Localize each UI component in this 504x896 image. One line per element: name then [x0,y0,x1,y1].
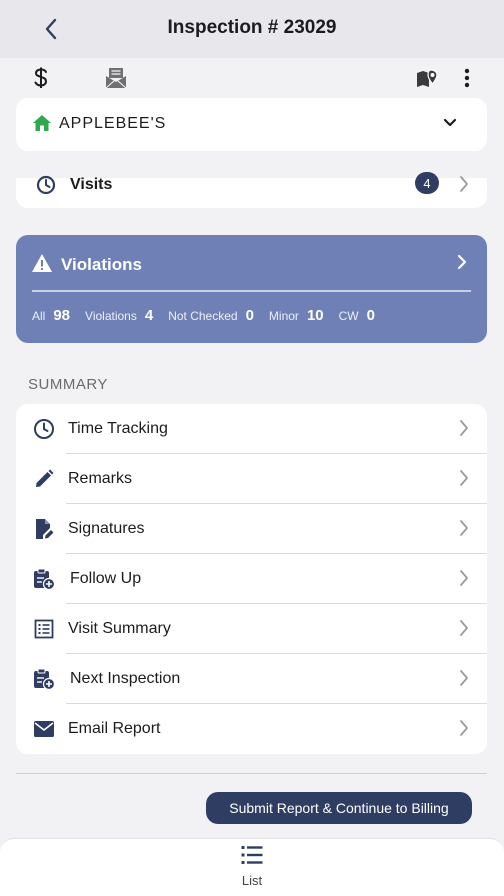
stat-violations-label: Violations [85,309,137,323]
warning-icon [31,253,53,278]
summary-item-label: Next Inspection [70,670,181,687]
chevron-right-icon [457,253,467,276]
tab-list-label: List [241,873,263,888]
page-title: Inspection # 23029 [167,17,337,38]
summary-list: Time Tracking Remarks Signatures Follow … [16,404,487,754]
chevron-right-icon [459,175,469,198]
chevron-down-icon [443,114,457,137]
stat-cw-value: 0 [366,307,375,324]
submit-report-button[interactable]: Submit Report & Continue to Billing [206,792,472,824]
summary-item-label: Visit Summary [68,620,171,637]
visits-row[interactable]: Visits 4 [16,172,487,208]
list-icon [241,845,263,870]
clipboard-plus-icon [32,567,56,591]
chevron-right-icon [459,669,469,692]
stat-not-checked-value: 0 [245,307,254,324]
divider [16,773,487,774]
more-vertical-icon [464,68,470,88]
summary-item-time-tracking[interactable]: Time Tracking [16,404,487,454]
stat-minor-label: Minor [268,309,299,323]
chevron-right-icon [459,719,469,742]
list-icon [32,617,56,641]
summary-item-label: Signatures [68,520,145,537]
stat-all-label: All [32,309,46,323]
stat-violations-value: 4 [144,307,154,324]
establishment-selector[interactable]: APPLEBEE'S [16,98,487,151]
envelope-open-icon [105,68,127,89]
bottom-tab-bar: List [0,838,504,896]
chevron-right-icon [459,419,469,442]
map-pin-icon [417,69,438,87]
tab-list[interactable]: List [228,845,276,891]
divider [32,290,471,292]
summary-item-visit-summary[interactable]: Visit Summary [16,604,487,654]
summary-item-email-report[interactable]: Email Report [16,704,487,754]
dollar-icon [34,67,48,88]
signature-file-icon [32,517,56,541]
summary-item-next-inspection[interactable]: Next Inspection [16,654,487,704]
toolbar [0,58,504,98]
envelope-icon [32,717,56,741]
stat-not-checked-label: Not Checked [168,309,238,323]
violations-card[interactable]: Violations All 98 Violations 4 Not Check… [16,235,487,343]
summary-item-label: Remarks [68,470,133,487]
billing-button[interactable] [29,66,53,90]
summary-item-remarks[interactable]: Remarks [16,454,487,504]
chevron-right-icon [459,519,469,542]
mail-button[interactable] [104,66,128,90]
stat-all-value: 98 [53,307,71,324]
more-options-button[interactable] [455,66,479,90]
chevron-right-icon [459,469,469,492]
stat-cw-label: CW [338,309,359,323]
summary-section-title: SUMMARY [28,376,108,393]
summary-item-signatures[interactable]: Signatures [16,504,487,554]
violations-title: Violations [61,255,142,274]
summary-item-label: Follow Up [70,570,142,587]
clock-icon [32,417,56,441]
home-icon [32,114,52,137]
pencil-icon [32,467,56,491]
app-header: Inspection # 23029 [0,0,504,58]
summary-item-label: Time Tracking [68,420,168,437]
stat-minor-value: 10 [306,307,324,324]
history-icon [36,175,56,200]
violation-stats: All 98 Violations 4 Not Checked 0 Minor … [32,307,390,324]
establishment-name: APPLEBEE'S [59,115,167,132]
summary-item-follow-up[interactable]: Follow Up [16,554,487,604]
map-button[interactable] [415,66,439,90]
chevron-right-icon [459,619,469,642]
visits-count-badge: 4 [415,172,439,194]
chevron-right-icon [459,569,469,592]
clipboard-plus-icon [32,667,56,691]
visits-label: Visits [70,176,113,193]
summary-item-label: Email Report [68,720,161,737]
